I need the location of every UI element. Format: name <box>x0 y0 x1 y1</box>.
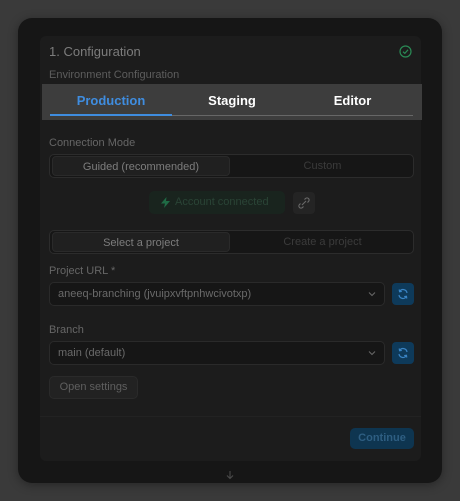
tab-production[interactable]: Production <box>50 84 172 118</box>
section-title: 1. Configuration <box>49 44 141 59</box>
branch-label: Branch <box>49 324 84 336</box>
connection-mode-label: Connection Mode <box>49 137 136 149</box>
tab-staging[interactable]: Staging <box>172 84 292 118</box>
connection-mode-toggle: Guided (recommended) Custom <box>49 154 414 178</box>
create-project-option[interactable]: Create a project <box>232 231 413 253</box>
refresh-branch-button[interactable] <box>392 342 414 364</box>
refresh-project-button[interactable] <box>392 283 414 305</box>
refresh-icon <box>398 289 408 299</box>
footer-divider <box>40 416 421 417</box>
refresh-icon <box>398 348 408 358</box>
environment-tabbar: Production Staging Editor <box>42 84 422 120</box>
branch-select[interactable]: main (default) <box>49 341 385 365</box>
custom-option[interactable]: Custom <box>232 155 413 177</box>
active-tab-indicator <box>50 114 172 116</box>
arrow-down-icon <box>226 471 234 480</box>
project-url-select[interactable]: aneeq-branching (jvuipxvftpnhwcivotxp) <box>49 282 385 306</box>
account-connected-label: Account connected <box>175 196 269 208</box>
tab-editor[interactable]: Editor <box>292 84 413 118</box>
check-circle-icon <box>399 45 412 58</box>
open-settings-button[interactable]: Open settings <box>49 376 138 399</box>
tab-divider <box>172 115 413 116</box>
project-url-label: Project URL * <box>49 265 116 277</box>
continue-button[interactable]: Continue <box>350 428 414 449</box>
environment-config-label: Environment Configuration <box>49 69 180 81</box>
select-project-option[interactable]: Select a project <box>52 232 230 252</box>
project-mode-toggle: Select a project Create a project <box>49 230 414 254</box>
project-url-value: aneeq-branching (jvuipxvftpnhwcivotxp) <box>58 288 252 300</box>
unlink-account-button[interactable] <box>293 192 315 214</box>
chevron-down-icon <box>368 351 376 356</box>
branch-value: main (default) <box>58 347 126 359</box>
guided-option[interactable]: Guided (recommended) <box>52 156 230 176</box>
account-connected-button[interactable]: Account connected <box>149 191 285 214</box>
bolt-icon <box>161 197 170 208</box>
chevron-down-icon <box>368 292 376 297</box>
unlink-icon <box>298 197 310 209</box>
